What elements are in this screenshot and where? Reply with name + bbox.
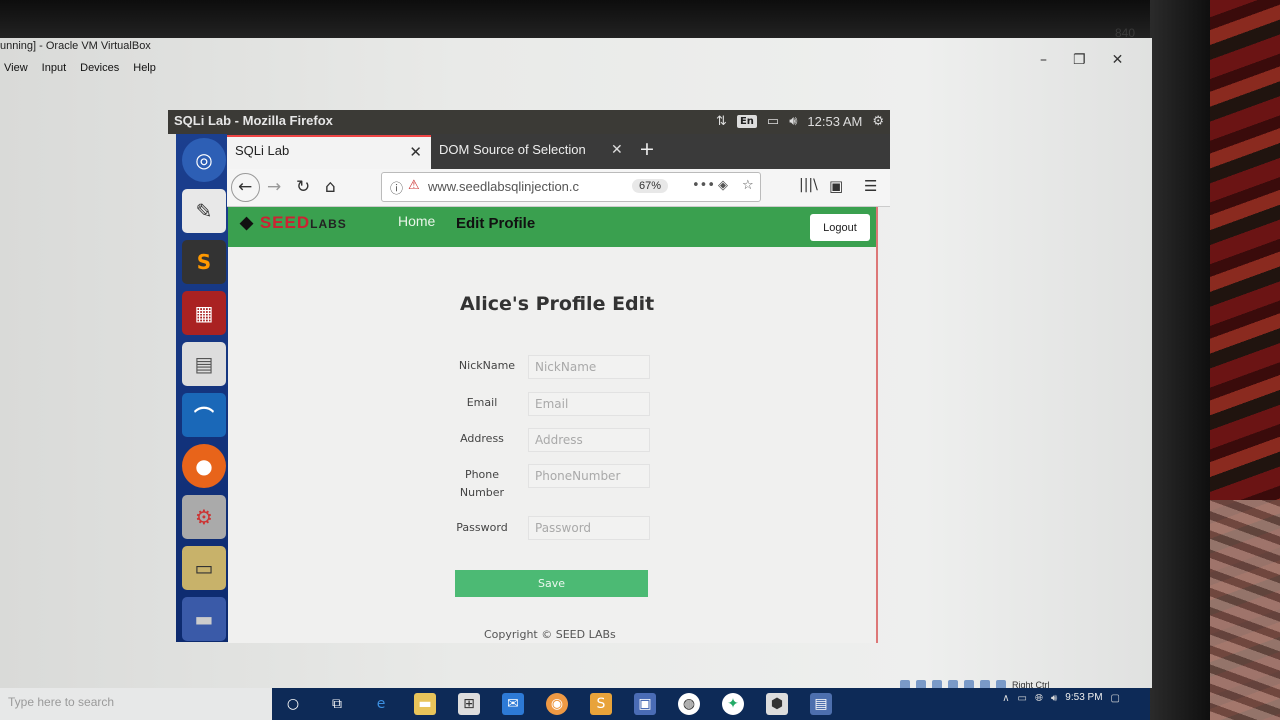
nickname-label: NickName (458, 359, 516, 372)
page-title: Alice's Profile Edit (460, 293, 655, 315)
nav-home-link[interactable]: Home (398, 213, 435, 229)
password-input[interactable] (528, 516, 650, 540)
phone-number-label: Phone Number (459, 468, 505, 499)
menu-view[interactable]: View (4, 62, 28, 74)
logout-button[interactable]: Logout (810, 214, 870, 241)
reload-icon[interactable]: ↻ (296, 177, 310, 197)
restore-icon[interactable]: ❐ (1073, 52, 1086, 68)
volume-icon[interactable]: 🔊︎ (789, 113, 797, 129)
close-icon[interactable]: ✕ (1112, 52, 1124, 68)
insecure-lock-icon[interactable]: ⚠ (408, 178, 420, 193)
close-tab-icon[interactable]: ✕ (611, 142, 623, 158)
system-settings-icon[interactable]: ⚙ (182, 495, 226, 539)
pocket-icon[interactable]: ◈ (718, 178, 728, 193)
save-button[interactable]: Save (455, 570, 648, 597)
bookmark-star-icon[interactable]: ☆ (742, 178, 754, 193)
virtualbox-taskbar-icon[interactable]: ▤ (810, 693, 832, 715)
window-controls: – ❐ ✕ (1040, 52, 1123, 68)
minimize-icon[interactable]: – (1040, 52, 1047, 68)
firefox-navbar: ← → ↻ ⌂ ⓘ ⚠ www.seedlabsqlinjection.c 67… (227, 169, 890, 207)
chrome-icon[interactable]: ◉ (546, 693, 568, 715)
vm-window-title: SQLi Lab - Mozilla Firefox (174, 113, 333, 128)
mail-icon[interactable]: ✉ (502, 693, 524, 715)
volume-icon[interactable]: 🔊︎ (1051, 693, 1057, 704)
ubuntu-launcher: ◎ ✎ S ▦ ▤ ⌒ ● ⚙ ▭ ▬ (176, 134, 232, 642)
windows-taskbar: ○ ⧉ e ▬ ⊞ ✉ ◉ S ▣ ◍ ✦ ⬢ ▤ ∧ ▭ 🌐︎ 🔊︎ 9:53… (272, 688, 1150, 720)
task-view-icon[interactable]: ⧉ (326, 693, 348, 715)
seed-labs-logo[interactable]: ◆ SEEDLABS (240, 213, 347, 233)
apps-grid-icon[interactable]: ▦ (182, 291, 226, 335)
virtualbox-menubar: View Input Devices Help (4, 62, 156, 74)
nickname-input[interactable] (528, 355, 650, 379)
edge-icon[interactable]: e (370, 693, 392, 715)
url-bar[interactable]: ⓘ ⚠ www.seedlabsqlinjection.c 67% ••• ◈ … (381, 172, 761, 202)
file-cabinet-icon[interactable]: ▤ (182, 342, 226, 386)
compass-icon[interactable]: ✦ (722, 693, 744, 715)
phone-number-input[interactable] (528, 464, 650, 488)
notifications-icon[interactable]: ▢ (1111, 693, 1120, 704)
network-icon[interactable]: ⇅ (716, 113, 727, 129)
tab-sqli-lab[interactable]: SQLi Lab ✕ (227, 135, 431, 169)
vm-system-tray: ⇅ En ▭ 🔊︎ 12:53 AM ⚙ (716, 113, 884, 129)
menu-help[interactable]: Help (133, 62, 156, 74)
trash-icon[interactable]: ▬ (182, 597, 226, 641)
tab-label: SQLi Lab (235, 143, 290, 158)
home-icon[interactable]: ⌂ (325, 177, 336, 197)
background-fabric-lower (1205, 500, 1280, 720)
address-input[interactable] (528, 428, 650, 452)
close-tab-icon[interactable]: ✕ (409, 143, 422, 161)
store-icon[interactable]: ⊞ (458, 693, 480, 715)
email-label: Email (466, 396, 498, 409)
sidebar-icon[interactable]: ▣ (829, 177, 843, 195)
vm-top-panel: SQLi Lab - Mozilla Firefox ⇅ En ▭ 🔊︎ 12:… (168, 110, 890, 134)
url-text[interactable]: www.seedlabsqlinjection.c (428, 179, 603, 194)
info-icon[interactable]: ⓘ (390, 178, 403, 197)
logo-swoosh-icon: ◆ (240, 213, 255, 232)
settings-gear-icon[interactable]: ⚙ (872, 113, 884, 129)
firefox-icon[interactable]: ● (182, 444, 226, 488)
network-globe-icon[interactable]: 🌐︎ (1035, 693, 1043, 704)
menu-input[interactable]: Input (42, 62, 66, 74)
page-actions-icon[interactable]: ••• (692, 178, 715, 193)
windows-search-box[interactable]: Type here to search (0, 688, 272, 720)
library-icon[interactable]: |||\ (799, 177, 818, 193)
monitor-bezel-right (1150, 0, 1210, 720)
email-input[interactable] (528, 392, 650, 416)
system-tray: ∧ ▭ 🌐︎ 🔊︎ 9:53 PM ▢ (1002, 692, 1120, 704)
virtualbox-window-title: unning] - Oracle VM VirtualBox (0, 40, 151, 52)
monitor-app-icon[interactable]: ▭ (182, 546, 226, 590)
sublime-taskbar-icon[interactable]: S (590, 693, 612, 715)
app-window-icon[interactable]: ▣ (634, 693, 656, 715)
cortana-icon[interactable]: ○ (282, 693, 304, 715)
firefox-tab-strip: SQLi Lab ✕ DOM Source of Selection ✕ + (227, 134, 890, 169)
steam-icon[interactable]: ◍ (678, 693, 700, 715)
menu-devices[interactable]: Devices (80, 62, 119, 74)
ubuntu-logo-icon[interactable]: ◎ (182, 138, 226, 182)
cube-app-icon[interactable]: ⬢ (766, 693, 788, 715)
hamburger-menu-icon[interactable]: ☰ (864, 177, 877, 195)
battery-icon[interactable]: ▭ (767, 113, 779, 129)
vm-clock[interactable]: 12:53 AM (807, 114, 862, 129)
search-placeholder: Type here to search (8, 695, 115, 709)
wireshark-icon[interactable]: ⌒ (182, 393, 226, 437)
new-tab-icon[interactable]: + (639, 138, 655, 160)
sublime-icon[interactable]: S (182, 240, 226, 284)
taskbar-clock[interactable]: 9:53 PM (1065, 692, 1102, 704)
copyright-footer: Copyright © SEED LABs (484, 628, 616, 641)
tab-dom-source[interactable]: DOM Source of Selection (439, 142, 586, 157)
site-header: ◆ SEEDLABS Home Edit Profile Logout (228, 207, 878, 247)
keyboard-lang-indicator[interactable]: En (736, 114, 757, 128)
password-label: Password (456, 521, 508, 534)
text-editor-icon[interactable]: ✎ (182, 189, 226, 233)
back-arrow-icon[interactable]: ← (238, 177, 252, 197)
zoom-level[interactable]: 67% (632, 179, 669, 193)
battery-icon[interactable]: ▭ (1018, 693, 1027, 704)
page-border (876, 207, 878, 643)
web-page: ◆ SEEDLABS Home Edit Profile Logout Alic… (228, 207, 878, 643)
nav-edit-profile-link[interactable]: Edit Profile (456, 215, 535, 232)
address-label: Address (460, 432, 504, 445)
forward-arrow-icon[interactable]: → (267, 177, 281, 197)
chevron-up-icon[interactable]: ∧ (1002, 693, 1009, 704)
file-explorer-icon[interactable]: ▬ (414, 693, 436, 715)
